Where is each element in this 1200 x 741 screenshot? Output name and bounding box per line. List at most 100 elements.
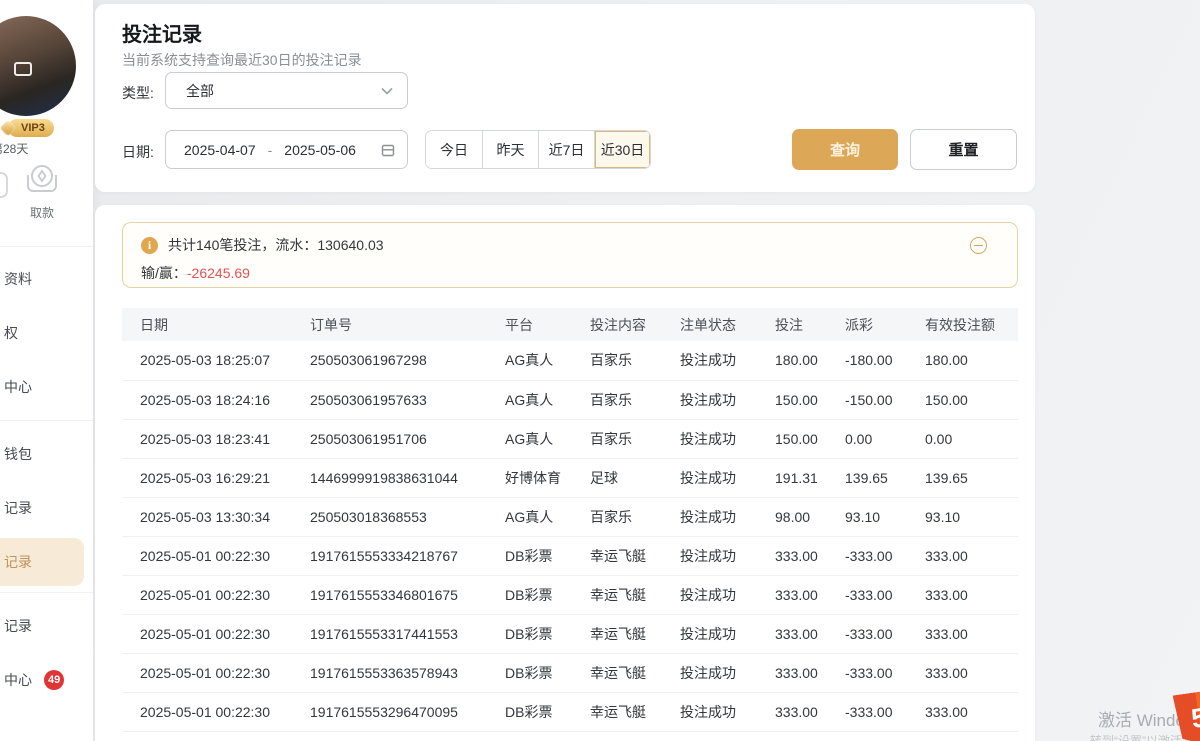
cell-bet-content: 百家乐 bbox=[590, 497, 680, 536]
cell-order-no: 250503061957633 bbox=[310, 380, 505, 419]
cell-status: 投注成功 bbox=[680, 614, 775, 653]
table-row: 2025-05-03 18:25:07 250503061967298 AG真人… bbox=[122, 341, 1018, 380]
summary-box: i 共计140笔投注，流水：130640.03 输/赢：-26245.69 bbox=[122, 222, 1018, 288]
cell-bet-amount: 333.00 bbox=[775, 536, 845, 575]
cell-bet-content: 足球 bbox=[590, 458, 680, 497]
table-row: 2025-05-03 18:23:41 250503061951706 AG真人… bbox=[122, 419, 1018, 458]
cell-order-no: 1917615553363578943 bbox=[310, 653, 505, 692]
cell-payout: -333.00 bbox=[845, 614, 925, 653]
cell-bet-amount: 150.00 bbox=[775, 380, 845, 419]
cell-bet-content: 幸运飞艇 bbox=[590, 575, 680, 614]
cell-order-no: 1917615553296470095 bbox=[310, 692, 505, 731]
avatar[interactable] bbox=[0, 16, 76, 116]
cell-bet-amount: 150.00 bbox=[775, 419, 845, 458]
cell-payout: 139.65 bbox=[845, 458, 925, 497]
withdraw-button[interactable]: 取款 bbox=[18, 164, 66, 221]
cell-platform: DB彩票 bbox=[505, 692, 590, 731]
cell-valid-amount: 139.65 bbox=[925, 458, 1018, 497]
page-title: 投注记录 bbox=[122, 18, 202, 47]
cell-valid-amount: 180.00 bbox=[925, 341, 1018, 380]
summary-total-text: 共计140笔投注，流水：130640.03 bbox=[168, 235, 384, 255]
column-header: 有效投注额 bbox=[925, 308, 1018, 341]
cell-order-no: 1917615553334218767 bbox=[310, 536, 505, 575]
cell-date: 2025-05-01 00:22:30 bbox=[122, 614, 310, 653]
quick-range-button[interactable]: 昨天 bbox=[482, 131, 538, 168]
cell-bet-amount: 98.00 bbox=[775, 497, 845, 536]
sidebar-item[interactable]: 记录 bbox=[0, 538, 84, 586]
filters-panel: 投注记录 当前系统支持查询最近30日的投注记录 类型: 全部 日期: 2025-… bbox=[95, 4, 1035, 192]
cell-valid-amount: 150.00 bbox=[925, 380, 1018, 419]
bet-records-table: 日期订单号平台投注内容注单状态投注派彩有效投注额 2025-05-03 18:2… bbox=[122, 308, 1018, 732]
sidebar-item-label: 钱包 bbox=[4, 444, 32, 464]
cell-platform: 好博体育 bbox=[505, 458, 590, 497]
cell-bet-content: 幸运飞艇 bbox=[590, 692, 680, 731]
query-button[interactable]: 查询 bbox=[792, 129, 898, 170]
cell-order-no: 250503018368553 bbox=[310, 497, 505, 536]
column-header: 注单状态 bbox=[680, 308, 775, 341]
sidebar-item[interactable]: 权 bbox=[0, 306, 93, 360]
results-panel: i 共计140笔投注，流水：130640.03 输/赢：-26245.69 日期… bbox=[95, 205, 1035, 741]
signin-days-text: 第28天 bbox=[0, 140, 71, 157]
date-range-input[interactable]: 2025-04-07 - 2025-05-06 bbox=[165, 130, 408, 169]
sidebar-menu: 资料 权 中心 钱包 记录 记录 记录 中心 49 bbox=[0, 252, 93, 707]
cell-payout: -180.00 bbox=[845, 341, 925, 380]
cell-payout: 93.10 bbox=[845, 497, 925, 536]
type-select[interactable]: 全部 bbox=[165, 72, 408, 109]
column-header: 派彩 bbox=[845, 308, 925, 341]
cell-bet-content: 幸运飞艇 bbox=[590, 614, 680, 653]
quick-range-button[interactable]: 近7日 bbox=[538, 131, 594, 168]
sidebar-item[interactable]: 资料 bbox=[0, 252, 93, 306]
cell-bet-content: 幸运飞艇 bbox=[590, 536, 680, 575]
sidebar-item-label: 中心 bbox=[4, 377, 32, 397]
cell-status: 投注成功 bbox=[680, 653, 775, 692]
cell-valid-amount: 0.00 bbox=[925, 419, 1018, 458]
table-row: 2025-05-03 13:30:34 250503018368553 AG真人… bbox=[122, 497, 1018, 536]
cell-valid-amount: 333.00 bbox=[925, 575, 1018, 614]
quick-range-group: 今日 昨天 近7日 近30日 bbox=[425, 130, 651, 169]
cell-status: 投注成功 bbox=[680, 419, 775, 458]
type-select-value: 全部 bbox=[186, 81, 214, 101]
cell-status: 投注成功 bbox=[680, 692, 775, 731]
deposit-icon-partial[interactable] bbox=[0, 172, 8, 198]
reset-button[interactable]: 重置 bbox=[910, 129, 1017, 170]
sidebar-item[interactable]: 中心 bbox=[0, 360, 93, 414]
quick-range-button[interactable]: 近30日 bbox=[594, 131, 650, 168]
info-icon: i bbox=[141, 237, 158, 254]
summary-line2: 输/赢：-26245.69 bbox=[141, 263, 250, 283]
cell-order-no: 250503061967298 bbox=[310, 341, 505, 380]
cell-date: 2025-05-01 00:22:30 bbox=[122, 653, 310, 692]
withdraw-icon bbox=[22, 164, 62, 196]
cell-payout: -333.00 bbox=[845, 653, 925, 692]
column-header: 订单号 bbox=[310, 308, 505, 341]
cell-date: 2025-05-03 18:23:41 bbox=[122, 419, 310, 458]
column-header: 日期 bbox=[122, 308, 310, 341]
table-row: 2025-05-01 00:22:30 1917615553363578943 … bbox=[122, 653, 1018, 692]
collapse-icon[interactable] bbox=[970, 237, 987, 254]
sidebar-item[interactable]: 记录 bbox=[0, 599, 93, 653]
sidebar-item[interactable]: 钱包 bbox=[0, 427, 93, 481]
notification-badge: 49 bbox=[44, 670, 64, 690]
cell-date: 2025-05-01 00:22:30 bbox=[122, 575, 310, 614]
date-separator: - bbox=[268, 142, 273, 158]
cell-valid-amount: 93.10 bbox=[925, 497, 1018, 536]
date-from-value: 2025-04-07 bbox=[184, 142, 256, 158]
cell-valid-amount: 333.00 bbox=[925, 614, 1018, 653]
cell-valid-amount: 333.00 bbox=[925, 536, 1018, 575]
sidebar-item-label: 资料 bbox=[4, 269, 32, 289]
vip-badge: VIP3 bbox=[8, 119, 54, 137]
cell-payout: -333.00 bbox=[845, 692, 925, 731]
cell-status: 投注成功 bbox=[680, 536, 775, 575]
cell-bet-amount: 191.31 bbox=[775, 458, 845, 497]
sidebar-item[interactable]: 中心 49 bbox=[0, 653, 93, 707]
vip-badge-label: VIP3 bbox=[21, 122, 45, 134]
sidebar-item[interactable]: 记录 bbox=[0, 481, 93, 535]
cell-date: 2025-05-01 00:22:30 bbox=[122, 692, 310, 731]
sidebar-item-label: 中心 bbox=[4, 670, 32, 690]
cell-date: 2025-05-03 13:30:34 bbox=[122, 497, 310, 536]
cell-payout: -333.00 bbox=[845, 536, 925, 575]
table-header-row: 日期订单号平台投注内容注单状态投注派彩有效投注额 bbox=[122, 308, 1018, 341]
quick-range-button[interactable]: 今日 bbox=[426, 131, 482, 168]
cell-bet-amount: 333.00 bbox=[775, 692, 845, 731]
sidebar-divider bbox=[0, 246, 93, 247]
winloss-value: -26245.69 bbox=[187, 265, 250, 281]
